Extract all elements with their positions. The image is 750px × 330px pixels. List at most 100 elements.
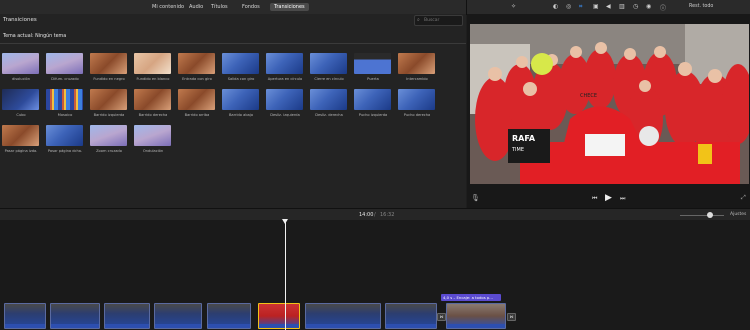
transition-thumbnail[interactable]: [354, 53, 391, 74]
video-clip[interactable]: [104, 303, 150, 329]
selected-video-clip[interactable]: [258, 303, 300, 329]
transition-thumbnail[interactable]: [178, 89, 215, 110]
title-clip[interactable]: 4,0 s – Encaje: a todos p...: [441, 294, 501, 301]
video-clip[interactable]: [305, 303, 381, 329]
playback-controls: 🎙 ⏮ ▶ ⏭ ⤢: [467, 190, 750, 208]
transition-thumbnail[interactable]: [90, 53, 127, 74]
search-icon: ⌕: [417, 17, 420, 23]
color-correction-icon[interactable]: ◎: [566, 3, 571, 10]
zoom-slider[interactable]: [680, 215, 724, 216]
speed-icon[interactable]: ◷: [633, 3, 638, 10]
divider: [0, 43, 466, 44]
banner-text-2: TIME: [511, 147, 524, 153]
transition-label: Barrido arriba: [184, 113, 210, 117]
volume-icon[interactable]: ◀: [606, 3, 611, 10]
transition-label: Desliz. derecha: [315, 113, 343, 117]
video-clip[interactable]: [154, 303, 202, 329]
transition-thumbnail[interactable]: [2, 53, 39, 74]
transition-thumbnail[interactable]: [2, 89, 39, 110]
current-time: 14:00: [359, 212, 374, 218]
transition-marker[interactable]: ⋈: [507, 313, 516, 321]
search-input[interactable]: ⌕ Buscar: [414, 15, 463, 26]
transition-thumbnail[interactable]: [90, 125, 127, 146]
car-text: CHECE: [580, 93, 597, 99]
transition-label: Mosaico: [57, 113, 73, 117]
info-icon[interactable]: ⓘ: [660, 3, 666, 12]
transition-thumbnail[interactable]: [310, 89, 347, 110]
transition-label: Entrada con giro: [182, 77, 212, 81]
tab-transiciones[interactable]: Transiciones: [270, 3, 309, 11]
transition-label: Salida con giro: [227, 77, 255, 81]
audio-waveform: [51, 324, 99, 328]
transition-thumbnail[interactable]: [222, 89, 259, 110]
transition-thumbnail[interactable]: [354, 89, 391, 110]
transition-thumbnail[interactable]: [134, 125, 171, 146]
transition-marker[interactable]: ⋈: [437, 313, 446, 321]
reset-all-button[interactable]: Rest. todo: [689, 4, 713, 9]
skip-forward-icon[interactable]: ⏭: [620, 195, 625, 203]
noise-reduction-icon[interactable]: ▥: [619, 3, 625, 10]
video-clip[interactable]: [207, 303, 251, 329]
transition-label: Pucho derecha: [403, 113, 431, 117]
browser-title: Transiciones: [3, 17, 37, 23]
transition-thumbnail[interactable]: [90, 89, 127, 110]
video-clip[interactable]: [50, 303, 100, 329]
microphone-icon[interactable]: 🎙: [471, 194, 480, 202]
skip-back-icon[interactable]: ⏮: [592, 195, 597, 203]
audio-waveform: [105, 324, 149, 328]
transition-thumbnail[interactable]: [46, 89, 83, 110]
transition-label: Barrido derecha: [138, 113, 168, 117]
playhead-handle[interactable]: [282, 219, 288, 224]
play-icon[interactable]: ▶: [605, 193, 612, 203]
tab-mi-contenido[interactable]: Mi contenido: [148, 3, 188, 11]
transition-label: Intercambio: [406, 77, 428, 81]
color-balance-icon[interactable]: ◐: [553, 3, 558, 10]
search-placeholder: Buscar: [424, 17, 440, 23]
transition-thumbnail[interactable]: [266, 89, 303, 110]
video-clip[interactable]: [385, 303, 437, 329]
time-separator: /: [374, 212, 376, 218]
transition-thumbnail[interactable]: [2, 125, 39, 146]
transition-thumbnail[interactable]: [46, 53, 83, 74]
transition-thumbnail[interactable]: [178, 53, 215, 74]
transition-thumbnail[interactable]: [222, 53, 259, 74]
transition-thumbnail[interactable]: [134, 53, 171, 74]
current-theme-label: Tema actual: Ningún tema: [3, 34, 67, 39]
audio-waveform: [386, 324, 436, 328]
audio-waveform: [155, 324, 201, 328]
audio-waveform: [208, 324, 250, 328]
magic-wand-icon[interactable]: ✧: [511, 3, 516, 10]
video-frame: RAFA TIME CHECE: [470, 24, 749, 184]
audio-waveform: [259, 324, 299, 328]
transition-thumbnail[interactable]: [398, 89, 435, 110]
transition-thumbnail[interactable]: [310, 53, 347, 74]
transition-label: Pucho izquierda: [358, 113, 388, 117]
transition-label: Fundido en blanco: [136, 77, 170, 81]
transition-label: Puerta: [367, 77, 379, 81]
transition-thumbnail[interactable]: [266, 53, 303, 74]
stabilization-icon[interactable]: ▣: [593, 3, 599, 10]
transition-label: Cierre en círculo: [314, 77, 344, 81]
transition-thumbnail[interactable]: [46, 125, 83, 146]
transition-label: Barrido izquierda: [93, 113, 125, 117]
transition-label: Difum. cruzado: [51, 77, 79, 81]
transition-thumbnail[interactable]: [134, 89, 171, 110]
video-clip[interactable]: [4, 303, 46, 329]
transition-label: Apertura en círculo: [267, 77, 303, 81]
banner-text: RAFA: [512, 134, 536, 143]
audio-waveform: [306, 324, 380, 328]
settings-button[interactable]: Ajustes: [730, 212, 746, 217]
zoom-slider-knob[interactable]: [707, 212, 713, 218]
tab-audio[interactable]: Audio: [185, 3, 207, 11]
audio-waveform: [5, 324, 45, 328]
tab-titulos[interactable]: Títulos: [207, 3, 232, 11]
video-clip[interactable]: [446, 303, 506, 329]
transition-label: Pasar página dcha.: [47, 149, 83, 153]
filter-icon[interactable]: ◉: [646, 3, 651, 10]
transition-thumbnail[interactable]: [398, 53, 435, 74]
tab-fondos[interactable]: Fondos: [238, 3, 264, 11]
total-time: 16:32: [380, 212, 395, 218]
crop-icon[interactable]: ⌗: [579, 3, 582, 11]
playhead[interactable]: [285, 220, 286, 330]
fullscreen-icon[interactable]: ⤢: [741, 194, 746, 202]
